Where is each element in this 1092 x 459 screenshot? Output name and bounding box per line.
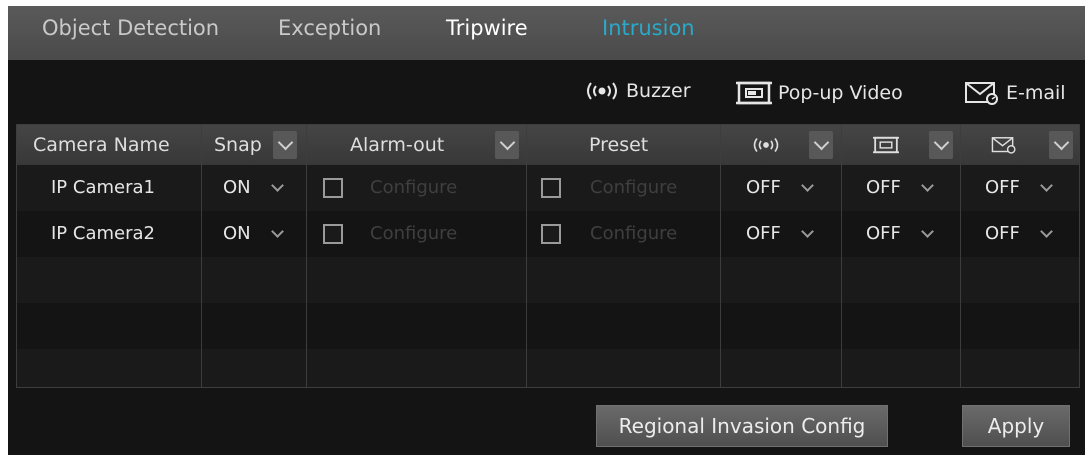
chevron-down-icon	[801, 178, 814, 192]
snap-select[interactable]: ON	[223, 177, 284, 198]
column-divider	[841, 125, 842, 387]
chevron-down-icon	[933, 134, 949, 151]
camera-alarm-table: Camera Name Snap Alarm-out Preset IP Cam…	[16, 124, 1080, 388]
empty-row	[17, 349, 1079, 387]
chevron-down-icon	[1040, 224, 1053, 238]
intrusion-settings-panel: Object Detection Exception Tripwire Intr…	[8, 6, 1085, 455]
buzzer-value: OFF	[746, 177, 781, 198]
chevron-down-icon	[921, 178, 934, 192]
column-divider	[526, 125, 527, 387]
chevron-down-icon	[277, 134, 293, 151]
empty-row	[17, 303, 1079, 349]
preset-checkbox[interactable]	[541, 178, 561, 198]
preset-configure[interactable]: Configure	[590, 177, 677, 198]
email-label: E-mail	[1006, 82, 1066, 104]
camera-name: IP Camera1	[51, 177, 155, 198]
camera-name: IP Camera2	[51, 223, 155, 244]
email-select[interactable]: OFF	[985, 177, 1053, 198]
popup-value: OFF	[866, 177, 901, 198]
buzzer-toggle[interactable]: Buzzer	[584, 80, 691, 102]
buzzer-header-dropdown[interactable]	[809, 131, 833, 159]
alarm-out-configure[interactable]: Configure	[370, 223, 457, 244]
email-value: OFF	[985, 177, 1020, 198]
tab-exception[interactable]: Exception	[278, 16, 381, 40]
popup-video-icon	[736, 80, 772, 106]
header-preset: Preset	[589, 134, 649, 156]
popup-select[interactable]: OFF	[866, 223, 934, 244]
popup-video-label: Pop-up Video	[778, 82, 903, 104]
buzzer-value: OFF	[746, 223, 781, 244]
preset-configure[interactable]: Configure	[590, 223, 677, 244]
table-header	[17, 125, 1079, 165]
chevron-down-icon	[270, 224, 284, 238]
email-header-dropdown[interactable]	[1049, 131, 1073, 159]
header-camera-name: Camera Name	[33, 134, 170, 156]
preset-checkbox[interactable]	[541, 224, 561, 244]
header-email-icon	[991, 135, 1017, 155]
column-divider	[720, 125, 721, 387]
tab-object-detection[interactable]: Object Detection	[42, 16, 219, 40]
alarm-out-checkbox[interactable]	[323, 178, 343, 198]
buzzer-select[interactable]: OFF	[746, 177, 814, 198]
chevron-down-icon	[921, 224, 934, 238]
regional-invasion-config-button[interactable]: Regional Invasion Config	[596, 405, 888, 447]
snap-select[interactable]: ON	[223, 223, 284, 244]
chevron-down-icon	[499, 134, 515, 151]
snap-value: ON	[223, 223, 251, 244]
snap-value: ON	[223, 177, 251, 198]
column-divider	[201, 125, 202, 387]
tab-tripwire[interactable]: Tripwire	[446, 16, 528, 40]
tab-intrusion[interactable]: Intrusion	[602, 16, 695, 40]
email-icon	[964, 80, 1000, 106]
header-alarm-out: Alarm-out	[350, 134, 445, 156]
header-buzzer-icon	[751, 136, 781, 154]
popup-header-dropdown[interactable]	[929, 131, 953, 159]
popup-select[interactable]: OFF	[866, 177, 934, 198]
buzzer-label: Buzzer	[626, 80, 691, 102]
email-select[interactable]: OFF	[985, 223, 1053, 244]
alarm-out-header-dropdown[interactable]	[495, 131, 519, 159]
column-divider	[306, 125, 307, 387]
header-popup-video-icon	[873, 135, 899, 155]
email-value: OFF	[985, 223, 1020, 244]
column-divider	[960, 125, 961, 387]
alarm-out-checkbox[interactable]	[323, 224, 343, 244]
popup-video-toggle[interactable]: Pop-up Video	[736, 80, 903, 106]
popup-value: OFF	[866, 223, 901, 244]
chevron-down-icon	[270, 178, 284, 192]
email-toggle[interactable]: E-mail	[964, 80, 1066, 106]
empty-row	[17, 257, 1079, 303]
chevron-down-icon	[801, 224, 814, 238]
header-snap: Snap	[214, 134, 262, 156]
buzzer-select[interactable]: OFF	[746, 223, 814, 244]
chevron-down-icon	[813, 134, 829, 151]
snap-header-dropdown[interactable]	[273, 131, 297, 159]
apply-button[interactable]: Apply	[962, 405, 1070, 447]
buzzer-icon	[584, 80, 620, 102]
tab-bar: Object Detection Exception Tripwire Intr…	[8, 6, 1085, 60]
alarm-out-configure[interactable]: Configure	[370, 177, 457, 198]
chevron-down-icon	[1053, 134, 1069, 151]
chevron-down-icon	[1040, 178, 1053, 192]
